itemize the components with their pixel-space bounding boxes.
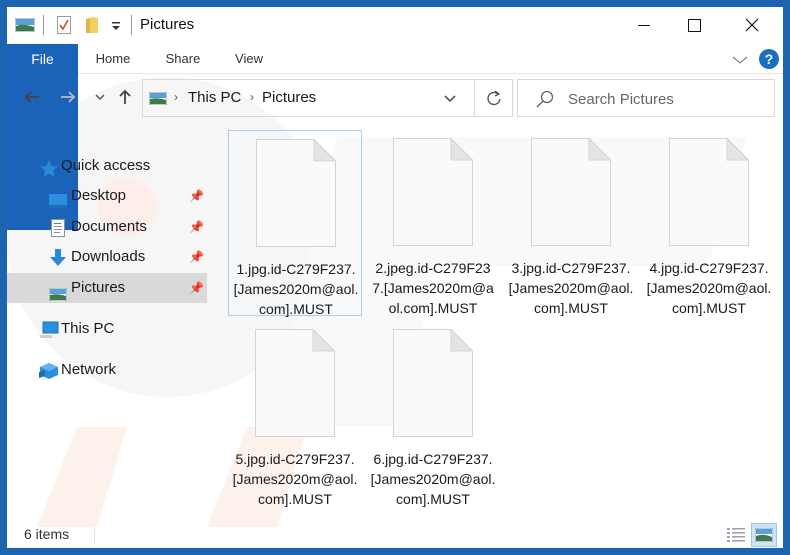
file-name: 6.jpg.id-C279F237.[James2020m@aol.com].M…: [370, 451, 496, 507]
refresh-button[interactable]: [475, 79, 513, 117]
sidebar-item-network[interactable]: Network: [7, 355, 217, 385]
forward-arrow-icon: [61, 91, 76, 103]
sidebar-item-label: Quick access: [61, 157, 151, 174]
minimize-button[interactable]: [621, 7, 667, 43]
expand-ribbon-icon[interactable]: [732, 52, 748, 70]
blank-file-icon: [393, 137, 474, 251]
back-button[interactable]: [21, 85, 43, 109]
file-name: 3.jpg.id-C279F237.[James2020m@aol.com].M…: [508, 260, 634, 316]
tab-home[interactable]: Home: [87, 44, 139, 74]
pictures-icon: [48, 282, 68, 312]
file-item[interactable]: 5.jpg.id-C279F237.[James2020m@aol.com].M…: [228, 321, 362, 507]
file-name: 5.jpg.id-C279F237.[James2020m@aol.com].M…: [232, 451, 358, 507]
maximize-button[interactable]: [671, 7, 717, 43]
forward-button[interactable]: [57, 85, 79, 109]
file-item[interactable]: 2.jpeg.id-C279F237.[James2020m@aol.com].…: [366, 130, 500, 316]
chevron-down-icon: [95, 94, 105, 100]
sidebar-item-label: Documents: [71, 218, 147, 235]
recent-locations-button[interactable]: [89, 85, 111, 109]
blank-file-icon: [531, 137, 612, 251]
window-title: Pictures: [140, 16, 195, 33]
navigation-pane: Quick access Desktop 📌 Documents 📌 Downl…: [7, 125, 217, 523]
pin-icon[interactable]: 📌: [189, 242, 204, 272]
breadcrumb-separator: ›: [250, 90, 254, 104]
sidebar-item-documents[interactable]: Documents 📌: [7, 212, 217, 242]
breadcrumb-pictures[interactable]: Pictures: [262, 89, 316, 106]
sidebar-item-label: Downloads: [71, 248, 146, 265]
up-arrow-icon: [119, 89, 131, 104]
chevron-down-icon: [444, 95, 456, 103]
blank-file-icon: [256, 138, 337, 252]
maximize-icon: [687, 18, 701, 32]
pin-icon[interactable]: 📌: [189, 212, 204, 242]
navigation-bar: › This PC › Pictures: [7, 75, 783, 123]
tab-view[interactable]: View: [225, 44, 273, 74]
minimize-icon: [638, 25, 650, 26]
file-name: 4.jpg.id-C279F237.[James2020m@aol.com].M…: [646, 260, 772, 316]
details-view-icon: [727, 528, 745, 542]
file-item[interactable]: 1.jpg.id-C279F237.[James2020m@aol.com].M…: [228, 130, 362, 317]
details-view-button[interactable]: [723, 523, 749, 547]
sidebar-item-label: Network: [61, 361, 117, 378]
pictures-location-icon: [148, 91, 168, 110]
sidebar-item-this-pc[interactable]: This PC: [7, 314, 217, 344]
refresh-icon: [486, 90, 501, 106]
sidebar-item-label: This PC: [61, 320, 115, 337]
title-bar: Pictures: [7, 7, 783, 43]
item-count: 6 items: [24, 526, 70, 542]
sidebar-item-downloads[interactable]: Downloads 📌: [7, 242, 217, 272]
up-button[interactable]: [114, 85, 136, 109]
breadcrumb-separator: ›: [174, 90, 178, 104]
address-bar[interactable]: › This PC › Pictures: [142, 79, 475, 117]
file-name: 2.jpeg.id-C279F237.[James2020m@aol.com].…: [372, 260, 494, 316]
help-button[interactable]: ?: [759, 49, 779, 69]
address-history-dropdown[interactable]: [443, 91, 457, 109]
close-button[interactable]: [729, 7, 775, 43]
sidebar-item-label: Desktop: [71, 187, 127, 204]
file-item[interactable]: 3.jpg.id-C279F237.[James2020m@aol.com].M…: [504, 130, 638, 316]
file-explorer-window: Pictures File Home Share View ? › This P…: [7, 7, 783, 548]
file-item[interactable]: 4.jpg.id-C279F237.[James2020m@aol.com].M…: [642, 130, 776, 316]
customize-dropdown-icon[interactable]: [111, 19, 121, 37]
sidebar-item-desktop[interactable]: Desktop 📌: [7, 181, 217, 211]
computer-icon: [39, 320, 59, 350]
ribbon: File Home Share View ?: [7, 44, 783, 230]
file-item[interactable]: 6.jpg.id-C279F237.[James2020m@aol.com].M…: [366, 321, 500, 507]
breadcrumb-this-pc[interactable]: This PC: [188, 89, 241, 106]
toolbar-separator: [131, 15, 132, 35]
pin-icon[interactable]: 📌: [189, 181, 204, 211]
file-list: 1.jpg.id-C279F237.[James2020m@aol.com].M…: [217, 125, 783, 523]
large-icons-view-icon: [755, 528, 773, 542]
status-separator: [94, 527, 95, 543]
network-icon: [39, 361, 59, 391]
search-icon: [536, 90, 554, 113]
sidebar-item-label: Pictures: [71, 279, 126, 296]
toolbar-separator: [43, 15, 44, 35]
close-icon: [745, 18, 759, 32]
search-box[interactable]: [517, 79, 775, 117]
pin-icon[interactable]: 📌: [189, 273, 204, 303]
file-name: 1.jpg.id-C279F237.[James2020m@aol.com].M…: [233, 261, 359, 317]
new-folder-icon[interactable]: [85, 16, 99, 39]
tab-share[interactable]: Share: [157, 44, 209, 74]
properties-icon[interactable]: [57, 16, 71, 39]
blank-file-icon: [393, 328, 474, 442]
sidebar-item-quick-access[interactable]: Quick access: [7, 151, 217, 181]
back-arrow-icon: [24, 91, 39, 103]
blank-file-icon: [669, 137, 750, 251]
blank-file-icon: [255, 328, 336, 442]
sidebar-item-pictures[interactable]: Pictures 📌: [7, 273, 207, 303]
status-bar: 6 items: [7, 523, 783, 548]
search-input[interactable]: [568, 88, 768, 110]
large-icons-view-button[interactable]: [751, 523, 777, 547]
pictures-folder-icon[interactable]: [14, 17, 36, 37]
